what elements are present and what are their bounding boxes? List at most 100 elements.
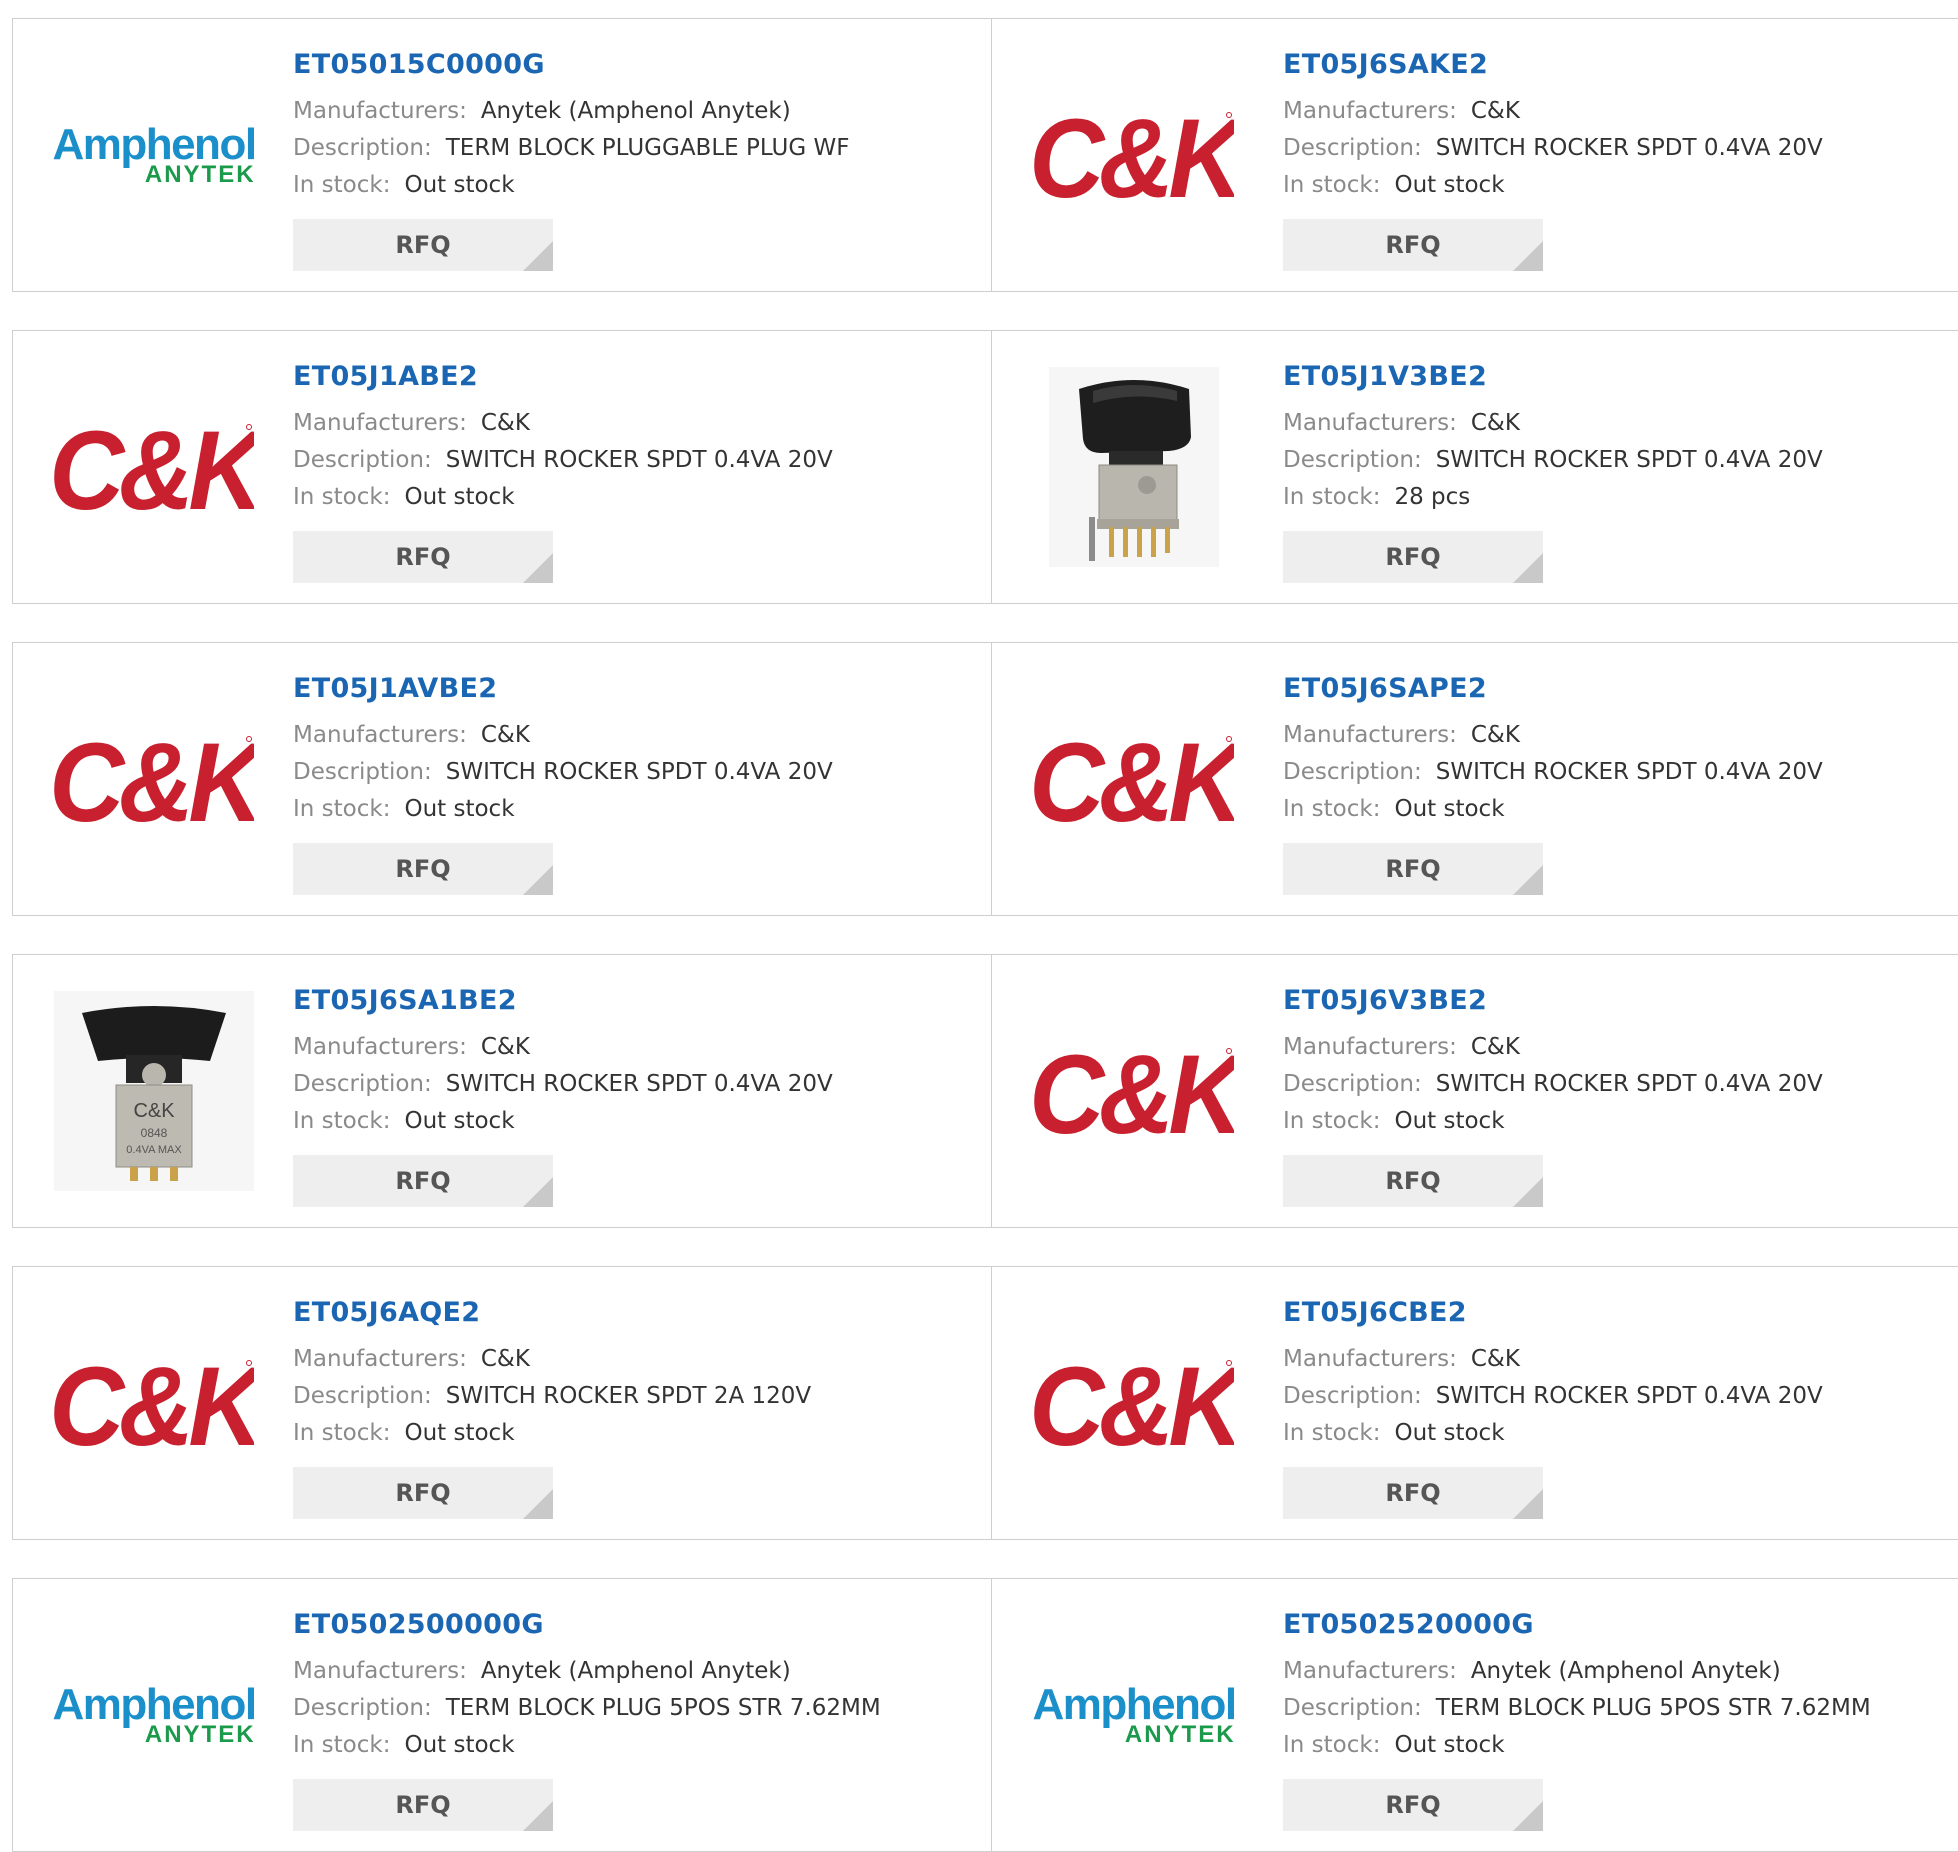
rocker-switch-side-photo [1049,367,1219,567]
product-card: C&K ET05J6V3BE2 Manufacturers: C&K Descri… [991,955,1958,1227]
description-value: SWITCH ROCKER SPDT 0.4VA 20V [445,1071,833,1097]
manufacturer-label: Manufacturers: [293,1346,467,1372]
product-info: ET0502500000G Manufacturers: Anytek (Amph… [293,1607,973,1764]
description-line: Description: SWITCH ROCKER SPDT 0.4VA 20V [1283,1378,1958,1415]
description-label: Description: [293,447,432,473]
description-value: SWITCH ROCKER SPDT 0.4VA 20V [1435,1383,1823,1409]
product-info: ET05J6SAKE2 Manufacturers: C&K Descriptio… [1283,47,1958,204]
corner-triangle-icon [523,553,553,583]
svg-text:0.4VA MAX: 0.4VA MAX [126,1144,182,1156]
stock-label: In stock: [1283,1732,1381,1758]
product-thumbnail[interactable]: Amphenol ANYTEK [51,1609,257,1821]
stock-value: Out stock [1394,796,1505,822]
product-thumbnail[interactable]: C&K [1031,49,1237,261]
ck-logo: C&K [54,417,254,517]
stock-value: Out stock [404,484,515,510]
product-thumbnail[interactable]: C&K 0848 0.4VA MAX [51,985,257,1197]
part-number-link[interactable]: ET05J6V3BE2 [1283,983,1958,1019]
stock-value: Out stock [404,1732,515,1758]
ck-logo-text: C&K [1034,1353,1234,1453]
stock-line: In stock: Out stock [293,1103,973,1140]
part-number-link[interactable]: ET05J1V3BE2 [1283,359,1958,395]
product-thumbnail[interactable]: C&K [1031,1297,1237,1509]
manufacturer-value: C&K [480,1034,530,1060]
part-number-link[interactable]: ET05J1ABE2 [293,359,973,395]
manufacturer-value: Anytek (Amphenol Anytek) [1470,1658,1781,1684]
rfq-button[interactable]: RFQ [1283,1155,1543,1207]
part-number-link[interactable]: ET05J6SA1BE2 [293,983,973,1019]
description-label: Description: [1283,1071,1422,1097]
product-info: ET05J6SAPE2 Manufacturers: C&K Descriptio… [1283,671,1958,828]
product-thumbnail[interactable]: C&K [51,673,257,885]
description-line: Description: SWITCH ROCKER SPDT 0.4VA 20V [1283,1066,1958,1103]
description-label: Description: [1283,447,1422,473]
manufacturer-line: Manufacturers: C&K [1283,405,1958,442]
part-number-link[interactable]: ET05J6SAKE2 [1283,47,1958,83]
manufacturer-value: C&K [1470,98,1520,124]
stock-label: In stock: [293,1732,391,1758]
description-line: Description: SWITCH ROCKER SPDT 0.4VA 20V [293,754,973,791]
manufacturer-line: Manufacturers: C&K [293,717,973,754]
product-row: C&K ET05J6AQE2 Manufacturers: C&K Descrip… [12,1266,1958,1540]
stock-label: In stock: [293,1108,391,1134]
description-label: Description: [1283,1383,1422,1409]
rfq-button[interactable]: RFQ [1283,219,1543,271]
product-thumbnail[interactable]: Amphenol ANYTEK [51,49,257,261]
rfq-button[interactable]: RFQ [293,219,553,271]
ck-logo: C&K [1034,1041,1234,1141]
corner-triangle-icon [1513,865,1543,895]
part-number-link[interactable]: ET05J1AVBE2 [293,671,973,707]
rfq-button[interactable]: RFQ [293,843,553,895]
part-number-link[interactable]: ET0502520000G [1283,1607,1958,1643]
product-thumbnail[interactable]: Amphenol ANYTEK [1031,1609,1237,1821]
product-info: ET05J1AVBE2 Manufacturers: C&K Descriptio… [293,671,973,828]
rfq-button[interactable]: RFQ [293,1467,553,1519]
rfq-button[interactable]: RFQ [1283,531,1543,583]
product-card: ET05J1V3BE2 Manufacturers: C&K Descriptio… [991,331,1958,603]
description-value: SWITCH ROCKER SPDT 0.4VA 20V [445,759,833,785]
product-card: C&K 0848 0.4VA MAX ET05J6SA1BE2 Manufact… [13,955,991,1227]
product-thumbnail[interactable]: C&K [1031,985,1237,1197]
rfq-button[interactable]: RFQ [1283,1779,1543,1831]
product-thumbnail[interactable]: C&K [51,1297,257,1509]
rfq-button[interactable]: RFQ [293,531,553,583]
manufacturer-value: Anytek (Amphenol Anytek) [480,1658,791,1684]
rfq-label: RFQ [395,1167,451,1195]
manufacturer-line: Manufacturers: C&K [293,405,973,442]
manufacturer-value: Anytek (Amphenol Anytek) [480,98,791,124]
stock-line: In stock: Out stock [293,791,973,828]
part-number-link[interactable]: ET0502500000G [293,1607,973,1643]
description-line: Description: SWITCH ROCKER SPDT 2A 120V [293,1378,973,1415]
product-thumbnail[interactable]: C&K [51,361,257,573]
description-line: Description: SWITCH ROCKER SPDT 0.4VA 20V [1283,442,1958,479]
ck-logo: C&K [54,1353,254,1453]
rfq-label: RFQ [1385,231,1441,259]
manufacturer-line: Manufacturers: Anytek (Amphenol Anytek) [293,93,973,130]
part-number-link[interactable]: ET05J6SAPE2 [1283,671,1958,707]
part-number-link[interactable]: ET05015C0000G [293,47,973,83]
product-thumbnail[interactable]: C&K [1031,673,1237,885]
description-label: Description: [1283,1695,1422,1721]
stock-label: In stock: [293,484,391,510]
ck-logo: C&K [1034,729,1234,829]
ck-logo: C&K [1034,105,1234,205]
rfq-button[interactable]: RFQ [293,1155,553,1207]
manufacturer-label: Manufacturers: [1283,98,1457,124]
corner-triangle-icon [523,1801,553,1831]
product-info: ET05J6SA1BE2 Manufacturers: C&K Descripti… [293,983,973,1140]
rfq-button[interactable]: RFQ [1283,1467,1543,1519]
product-card: C&K ET05J6SAKE2 Manufacturers: C&K Descri… [991,19,1958,291]
stock-value: Out stock [1394,1732,1505,1758]
corner-triangle-icon [1513,1489,1543,1519]
rfq-button[interactable]: RFQ [1283,843,1543,895]
product-row: Amphenol ANYTEK ET0502500000G Manufactur… [12,1578,1958,1852]
product-row: C&K ET05J1AVBE2 Manufacturers: C&K Descri… [12,642,1958,916]
part-number-link[interactable]: ET05J6AQE2 [293,1295,973,1331]
stock-line: In stock: Out stock [1283,791,1958,828]
product-thumbnail[interactable] [1031,361,1237,573]
rfq-button[interactable]: RFQ [293,1779,553,1831]
ck-logo-text: C&K [1034,105,1234,205]
description-label: Description: [293,1383,432,1409]
description-label: Description: [1283,135,1422,161]
part-number-link[interactable]: ET05J6CBE2 [1283,1295,1958,1331]
